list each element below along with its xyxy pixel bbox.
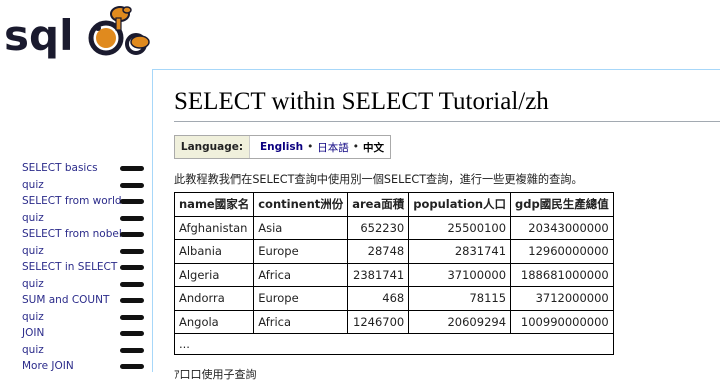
- language-separator: •: [307, 141, 314, 153]
- column-header-continent: continent洲份: [253, 192, 349, 217]
- sqlzoo-logo-graphic: sql: [4, 6, 150, 60]
- sidebar-link-quiz[interactable]: quiz: [22, 277, 44, 291]
- table-row: Angola Africa 1246700 20609294 100990000…: [173, 309, 614, 334]
- language-current-chinese: 中文: [363, 141, 384, 154]
- intro-text: 此教程教我們在SELECT查詢中使用別一個SELECT查詢，進行一些更複雜的查詢…: [174, 173, 583, 186]
- column-header-gdp: gdp國民生產總值: [510, 192, 614, 217]
- cell-continent: Africa: [253, 309, 349, 334]
- cell-area: 28748: [347, 239, 410, 264]
- completion-bar-icon: [120, 182, 144, 188]
- sidebar-link-quiz[interactable]: quiz: [22, 178, 44, 192]
- sidebar-link-quiz[interactable]: quiz: [22, 211, 44, 225]
- cell-area: 652230: [347, 215, 410, 240]
- sidebar-item-quiz-2: quiz: [0, 210, 150, 227]
- column-header-name: name國家名: [173, 192, 255, 217]
- cell-population: 2831741: [408, 239, 512, 264]
- cell-continent: Europe: [253, 239, 349, 264]
- completion-bar-icon: [120, 298, 144, 303]
- language-label: Language:: [175, 136, 250, 158]
- sidebar-item-quiz-5: quiz: [0, 309, 150, 326]
- sidebar-link-select-from-world[interactable]: SELECT from world: [22, 194, 122, 208]
- cell-area: 2381741: [347, 262, 410, 287]
- sidebar-link-select-basics[interactable]: SELECT basics: [22, 161, 98, 175]
- cell-gdp: 100990000000: [510, 309, 614, 334]
- sidebar-item-select-in-select: SELECT in SELECT: [0, 259, 150, 276]
- language-bar: Language: English • 日本語 • 中文: [174, 135, 391, 159]
- column-header-population: population人口: [408, 192, 512, 217]
- cell-gdp: 3712000000: [510, 286, 614, 311]
- cell-gdp: 188681000000: [510, 262, 614, 287]
- table-row: Andorra Europe 468 78115 3712000000: [173, 286, 614, 311]
- sidebar-link-select-from-nobel[interactable]: SELECT from nobel: [22, 227, 122, 241]
- world-table: name國家名 continent洲份 area面積 population人口 …: [173, 192, 614, 355]
- logo-text: sql: [4, 11, 73, 60]
- cell-continent: Europe: [253, 286, 349, 311]
- completion-bar-icon: [120, 347, 144, 353]
- completion-bar-icon: [120, 281, 144, 287]
- next-section-text: ｱ口口使用子查詢: [174, 368, 257, 381]
- sidebar-link-select-in-select[interactable]: SELECT in SELECT: [22, 260, 117, 274]
- cell-population: 25500100: [408, 215, 512, 240]
- cell-area: 1246700: [347, 309, 410, 334]
- sidebar-link-join[interactable]: JOIN: [22, 326, 44, 340]
- cell-name: Algeria: [173, 262, 255, 287]
- cell-area: 468: [347, 286, 410, 311]
- table-header-row: name國家名 continent洲份 area面積 population人口 …: [173, 192, 614, 217]
- completion-bar-icon: [120, 199, 144, 204]
- sidebar-item-select-basics: SELECT basics: [0, 160, 150, 177]
- completion-bar-icon: [120, 215, 144, 221]
- completion-bar-icon: [120, 314, 144, 320]
- sidebar-item-select-from-world: SELECT from world: [0, 193, 150, 210]
- cell-gdp: 12960000000: [510, 239, 614, 264]
- sidebar-item-sum-and-count: SUM and COUNT: [0, 292, 150, 309]
- cell-name: Andorra: [173, 286, 255, 311]
- completion-bar-icon: [120, 232, 144, 237]
- sidebar-nav: SELECT basics quiz SELECT from world qui…: [0, 160, 150, 375]
- cell-name: Albania: [173, 239, 255, 264]
- completion-bar-icon: [120, 265, 144, 270]
- completion-bar-icon: [120, 364, 144, 369]
- cell-continent: Africa: [253, 262, 349, 287]
- site-logo[interactable]: sql: [0, 0, 160, 66]
- completion-bar-icon: [120, 248, 144, 254]
- cell-ellipsis: ...: [174, 333, 614, 355]
- language-separator: •: [352, 141, 359, 153]
- language-link-english[interactable]: English: [260, 141, 303, 153]
- sidebar-link-quiz[interactable]: quiz: [22, 244, 44, 258]
- completion-bar-icon: [120, 166, 144, 171]
- table-row: Afghanistan Asia 652230 25500100 2034300…: [173, 215, 614, 240]
- cell-continent: Asia: [253, 215, 349, 240]
- camel-mascot-icon: [88, 6, 150, 56]
- sidebar-item-quiz-4: quiz: [0, 276, 150, 293]
- sidebar-item-join: JOIN: [0, 325, 150, 342]
- sidebar-link-quiz[interactable]: quiz: [22, 310, 44, 324]
- cell-name: Angola: [173, 309, 255, 334]
- sidebar-item-more-join: More JOIN: [0, 358, 150, 375]
- cell-population: 20609294: [408, 309, 512, 334]
- column-header-area: area面積: [347, 192, 410, 217]
- table-row: Algeria Africa 2381741 37100000 18868100…: [173, 262, 614, 287]
- sidebar-item-quiz-1: quiz: [0, 177, 150, 194]
- language-link-japanese[interactable]: 日本語: [317, 140, 349, 155]
- cell-population: 37100000: [408, 262, 512, 287]
- title-divider: [174, 121, 720, 122]
- cell-population: 78115: [408, 286, 512, 311]
- sidebar-link-quiz[interactable]: quiz: [22, 343, 44, 357]
- sidebar-item-select-from-nobel: SELECT from nobel: [0, 226, 150, 243]
- completion-bar-icon: [120, 331, 144, 336]
- table-row: Albania Europe 28748 2831741 12960000000: [173, 239, 614, 264]
- table-row-ellipsis: ...: [174, 333, 614, 355]
- sidebar-link-sum-and-count[interactable]: SUM and COUNT: [22, 293, 109, 307]
- sidebar-item-quiz-6: quiz: [0, 342, 150, 359]
- sidebar-item-quiz-3: quiz: [0, 243, 150, 260]
- cell-name: Afghanistan: [173, 215, 255, 240]
- language-links: English • 日本語 • 中文: [250, 136, 390, 158]
- page-title: SELECT within SELECT Tutorial/zh: [174, 88, 549, 115]
- cell-gdp: 20343000000: [510, 215, 614, 240]
